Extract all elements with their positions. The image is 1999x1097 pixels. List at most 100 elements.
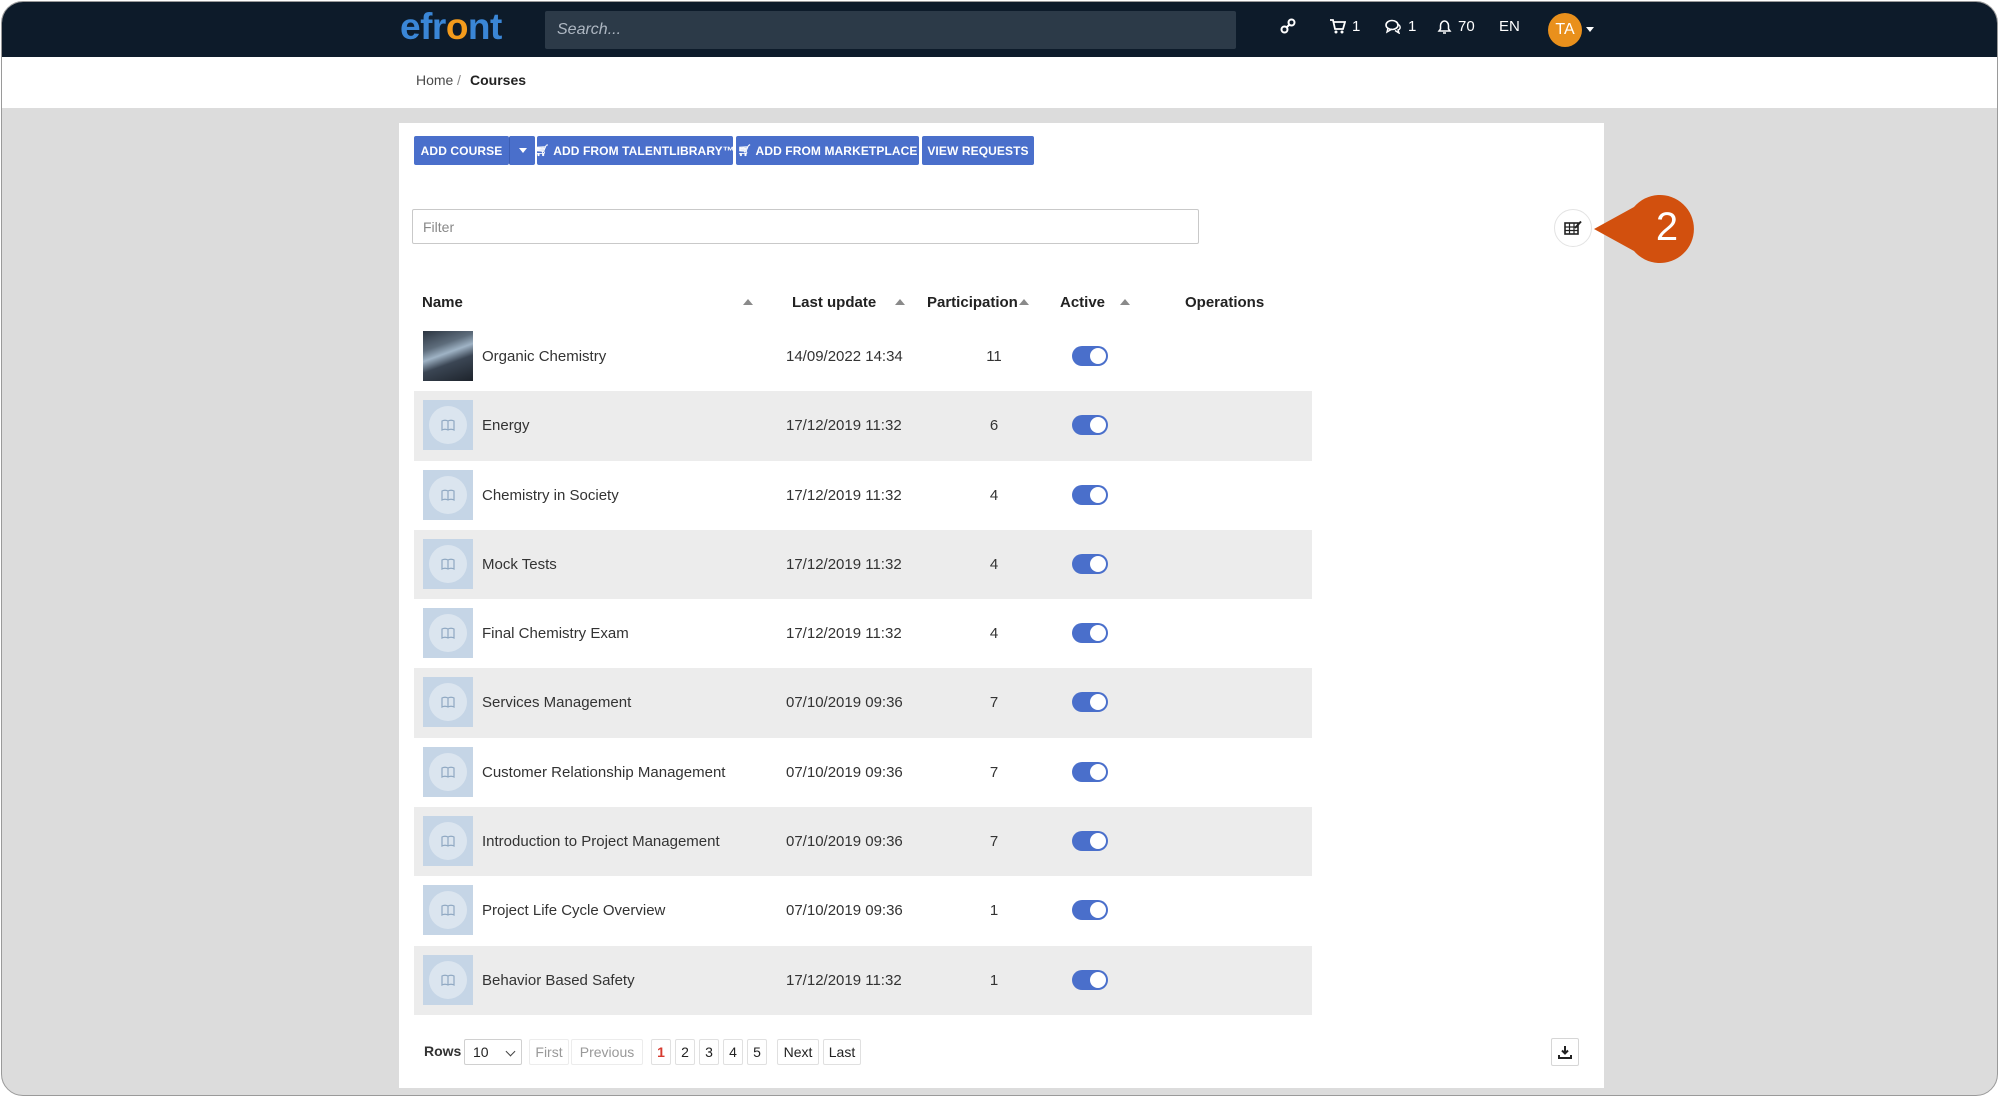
page-button-5[interactable]: 5 [747,1039,767,1065]
last-page-button[interactable]: Last [823,1039,861,1065]
filter-input[interactable] [412,209,1199,244]
course-name-link[interactable]: Energy [482,417,530,434]
last-update-cell: 07/10/2019 09:36 [786,763,903,781]
participation-cell: 4 [989,625,999,643]
course-name-link[interactable]: Customer Relationship Management [482,764,725,781]
add-from-marketplace-button[interactable]: 🛒︎ ADD FROM MARKETPLACE [736,136,919,165]
notifications-count: 70 [1458,18,1475,35]
top-navbar: efront 1 1 70 EN TA [2,2,1997,57]
user-avatar[interactable]: TA [1548,13,1582,47]
active-toggle[interactable] [1072,415,1108,436]
table-row[interactable]: Mock Tests 17/12/2019 11:32 4 [414,529,1312,600]
table-row[interactable]: Project Life Cycle Overview 07/10/2019 0… [414,876,1312,945]
active-toggle[interactable] [1072,623,1108,644]
course-name-link[interactable]: Final Chemistry Exam [482,625,629,642]
chevron-down-icon[interactable] [1586,27,1594,32]
book-icon [441,974,455,986]
last-update-cell: 17/12/2019 11:32 [786,486,902,504]
course-name-link[interactable]: Mock Tests [482,556,557,573]
table-row[interactable]: Introduction to Project Management 07/10… [414,807,1312,877]
course-thumbnail [423,331,473,381]
column-header-participation[interactable]: Participation [927,294,1018,311]
language-selector[interactable]: EN [1499,18,1520,35]
page-button-1[interactable]: 1 [651,1039,671,1065]
efront-logo[interactable]: efront [400,6,502,48]
sort-arrow-icon[interactable] [1120,299,1130,305]
table-row[interactable]: Services Management 07/10/2019 09:36 7 [414,668,1312,738]
active-toggle[interactable] [1072,900,1108,921]
table-edit-icon [1564,220,1582,235]
table-row[interactable]: Final Chemistry Exam 17/12/2019 11:32 4 [414,599,1312,668]
column-header-name[interactable]: Name [422,294,463,311]
table-row[interactable]: Energy 17/12/2019 11:32 6 [414,391,1312,461]
course-thumbnail [423,816,473,867]
course-thumbnail [423,400,473,451]
active-toggle[interactable] [1072,484,1108,505]
course-thumbnail [423,885,473,936]
view-requests-button[interactable]: VIEW REQUESTS [922,136,1034,165]
participation-cell: 7 [989,833,999,851]
page-button-2[interactable]: 2 [675,1039,695,1065]
course-name-link[interactable]: Chemistry in Society [482,487,619,504]
column-header-active[interactable]: Active [1060,294,1105,311]
column-header-last-update[interactable]: Last update [792,294,876,311]
last-update-cell: 17/12/2019 11:32 [786,417,902,435]
search-input[interactable] [545,11,1236,49]
course-name-link[interactable]: Organic Chemistry [482,348,606,365]
app-window: efront 1 1 70 EN TA Home / Courses ADD C [1,1,1998,1096]
sort-arrow-icon[interactable] [1019,299,1029,305]
breadcrumb-home-link[interactable]: Home [416,72,453,88]
page-button-4[interactable]: 4 [723,1039,743,1065]
comments-icon [1385,19,1401,34]
sort-arrow-icon[interactable] [743,299,753,305]
next-page-button[interactable]: Next [777,1039,819,1065]
rows-per-page-select[interactable]: 10 [464,1039,522,1065]
download-button[interactable] [1551,1038,1579,1066]
course-name-link[interactable]: Introduction to Project Management [482,833,720,850]
link-icon[interactable] [1280,18,1296,34]
active-toggle[interactable] [1072,692,1108,713]
participation-cell: 11 [986,348,1002,365]
add-course-dropdown-button[interactable] [509,136,535,165]
participation-cell: 7 [989,763,999,781]
add-course-button[interactable]: ADD COURSE [414,136,509,165]
cart-nav-item[interactable]: 1 [1330,18,1360,35]
page-button-3[interactable]: 3 [699,1039,719,1065]
chevron-down-icon [505,1046,516,1057]
active-toggle[interactable] [1072,346,1108,366]
column-header-operations: Operations [1185,294,1265,311]
cart-icon [1330,19,1346,34]
table-row[interactable]: Organic Chemistry 14/09/2022 14:34 11 [414,322,1312,391]
sort-arrow-icon[interactable] [895,299,905,305]
book-icon [441,835,455,848]
course-name-link[interactable]: Services Management [482,694,631,711]
add-from-talentlibrary-button[interactable]: 🛒︎ ADD FROM TALENTLIBRARY™ [535,136,735,165]
notifications-nav-item[interactable]: 70 [1437,18,1475,35]
bell-icon [1437,19,1452,34]
course-thumbnail [423,677,473,728]
participation-cell: 4 [989,486,999,504]
previous-page-button[interactable]: Previous [571,1039,643,1065]
column-settings-button[interactable] [1554,209,1592,247]
book-icon [441,905,455,917]
active-toggle[interactable] [1072,969,1108,990]
course-name-link[interactable]: Project Life Cycle Overview [482,902,665,919]
table-row[interactable]: Behavior Based Safety 17/12/2019 11:32 1 [414,945,1312,1015]
last-update-cell: 17/12/2019 11:32 [786,625,902,643]
last-update-cell: 07/10/2019 09:36 [786,694,903,712]
cart-icon: 🛒︎ [737,145,752,157]
breadcrumb-current: Courses [470,72,527,88]
course-thumbnail [423,954,473,1005]
active-toggle[interactable] [1072,553,1108,574]
first-page-button[interactable]: First [529,1039,569,1065]
table-row[interactable]: Chemistry in Society 17/12/2019 11:32 4 [414,461,1312,530]
book-icon [441,627,455,640]
messages-nav-item[interactable]: 1 [1385,18,1416,35]
table-row[interactable]: Customer Relationship Management 07/10/2… [414,738,1312,807]
course-name-link[interactable]: Behavior Based Safety [482,972,635,989]
active-toggle[interactable] [1072,831,1108,852]
caret-down-icon [518,148,527,153]
active-toggle[interactable] [1072,761,1108,782]
book-icon [441,558,455,570]
participation-cell: 4 [989,555,999,573]
